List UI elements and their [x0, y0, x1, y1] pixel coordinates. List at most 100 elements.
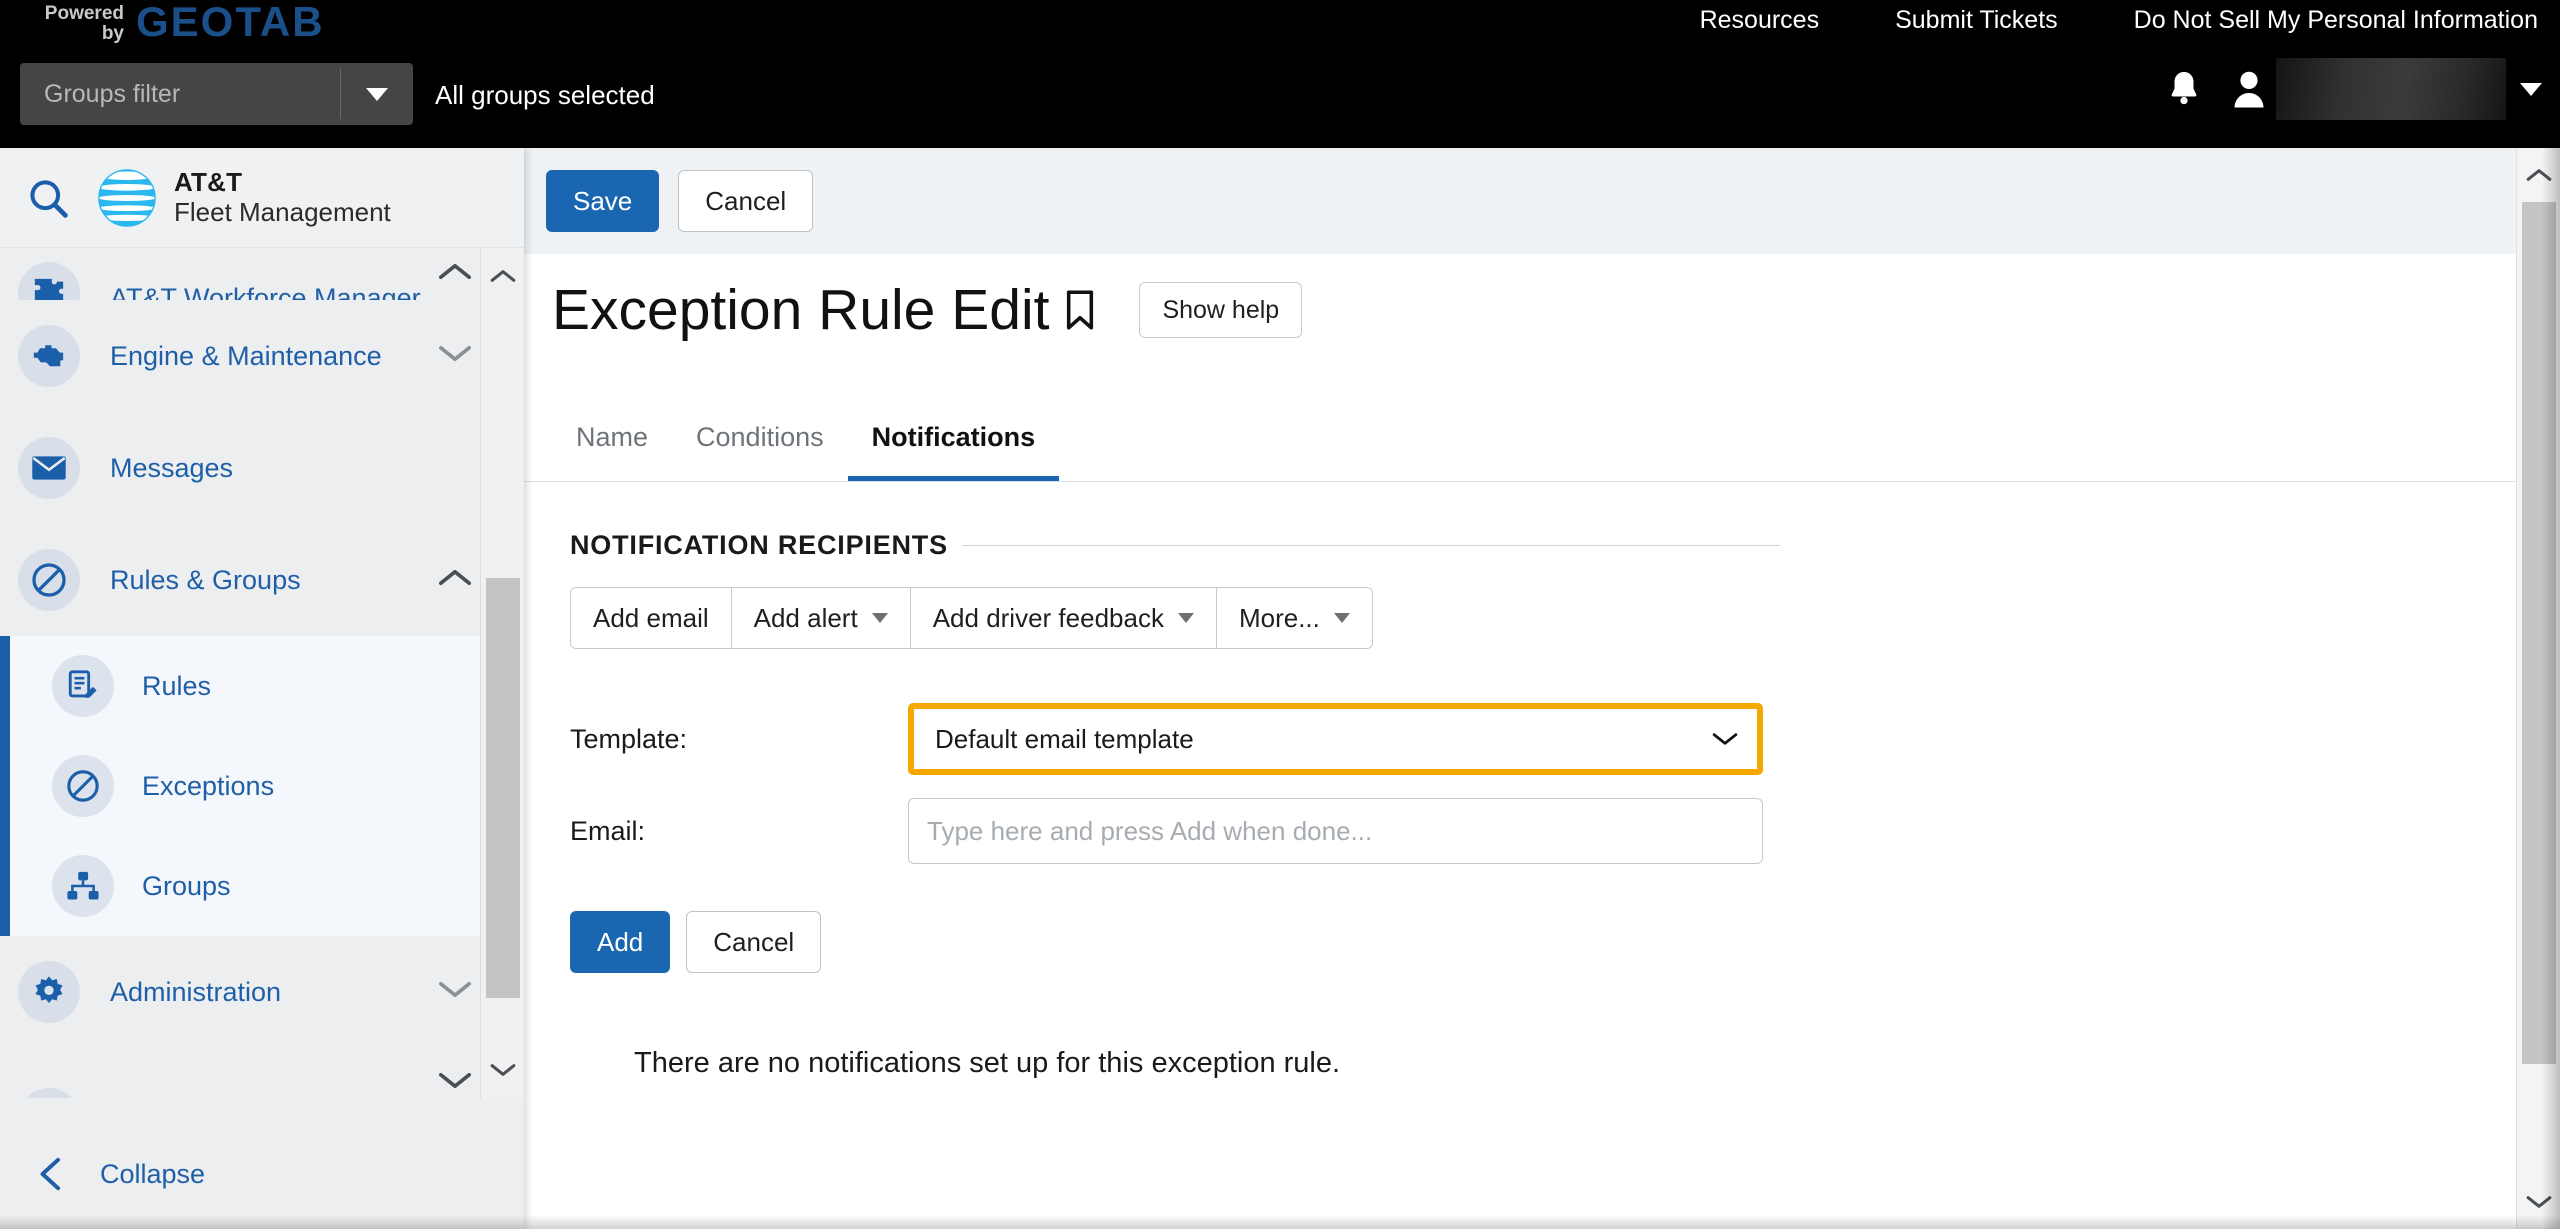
- org-chart-icon: [67, 871, 99, 900]
- prohibited-icon: [67, 770, 99, 802]
- add-recipient-button-group: Add email Add alert Add driver feedback …: [570, 587, 2560, 649]
- section-divider: [961, 545, 1780, 546]
- main-scroll-up-button[interactable]: [2517, 148, 2560, 202]
- sidebar-scroll-up-button[interactable]: [481, 248, 524, 304]
- search-icon: [30, 179, 68, 218]
- add-driver-feedback-label: Add driver feedback: [932, 602, 1164, 633]
- notification-recipients-section: NOTIFICATION RECIPIENTS Add email Add al…: [524, 482, 2560, 1080]
- sidebar-item-rules[interactable]: Rules: [0, 636, 524, 736]
- sidebar-item-rules-groups[interactable]: Rules & Groups: [0, 524, 524, 636]
- sidebar-scrollbar-thumb[interactable]: [486, 578, 520, 998]
- sidebar-item-label: AT&T Workforce Manager: [110, 283, 421, 300]
- org-chart-icon-wrap: [52, 855, 114, 917]
- sidebar-subitem-label: Exceptions: [142, 770, 275, 801]
- chevron-left-icon: [40, 1157, 61, 1191]
- sidebar-item-groups[interactable]: Groups: [0, 836, 524, 936]
- geotab-logo: GEOTAB: [136, 0, 325, 45]
- puzzle-piece-icon-wrap: [18, 262, 80, 300]
- template-label: Template:: [570, 723, 688, 754]
- more-button[interactable]: More...: [1216, 587, 1373, 649]
- envelope-icon-wrap: [18, 437, 80, 499]
- header-icon-group: [2146, 58, 2542, 120]
- sidebar-search-button[interactable]: [0, 176, 96, 220]
- chevron-down-icon[interactable]: [438, 1071, 472, 1096]
- sidebar-scrollbar[interactable]: [480, 248, 524, 1098]
- sidebar-item-exceptions[interactable]: Exceptions: [0, 736, 524, 836]
- tab-notifications[interactable]: Notifications: [847, 398, 1060, 481]
- add-alert-label: Add alert: [753, 602, 858, 633]
- powered-by-line1: Powered: [44, 3, 124, 24]
- tab-name[interactable]: Name: [552, 398, 672, 481]
- email-label: Email:: [570, 815, 646, 846]
- att-globe-icon: [98, 168, 156, 227]
- sidebar: AT&T Fleet Management AT&T Workforce Man…: [0, 148, 524, 1229]
- caret-down-icon: [366, 87, 388, 101]
- sidebar-item-engine-maintenance[interactable]: Engine & Maintenance: [0, 300, 524, 412]
- header-link-resources[interactable]: Resources: [1662, 6, 1858, 35]
- prohibited-icon-wrap: [52, 755, 114, 817]
- tab-conditions[interactable]: Conditions: [672, 398, 848, 481]
- notifications-button[interactable]: [2146, 68, 2222, 110]
- chevron-up-icon[interactable]: [438, 262, 472, 287]
- sidebar-item-label: Administration: [110, 976, 282, 1007]
- sidebar-subitem-label: Groups: [142, 870, 231, 901]
- att-fleet-title: AT&T Fleet Management: [174, 168, 391, 226]
- sidebar-item-messages[interactable]: Messages: [0, 412, 524, 524]
- chevron-down-icon[interactable]: [438, 980, 472, 1005]
- sidebar-scroll-down-button[interactable]: [481, 1042, 525, 1098]
- sidebar-header: AT&T Fleet Management: [0, 148, 524, 248]
- chevron-up-icon[interactable]: [438, 568, 472, 593]
- user-avatar-icon: [2234, 71, 2264, 108]
- add-email-button[interactable]: Add email: [570, 587, 732, 649]
- show-help-button[interactable]: Show help: [1139, 282, 1303, 338]
- sidebar-item-label: Rules & Groups: [110, 564, 301, 595]
- page-title: Exception Rule Edit: [552, 278, 1050, 342]
- user-name-redacted[interactable]: [2276, 58, 2506, 120]
- chevron-down-icon[interactable]: [438, 344, 472, 369]
- header-link-submit-tickets[interactable]: Submit Tickets: [1857, 6, 2096, 35]
- att-fleet-logo: AT&T Fleet Management: [96, 167, 391, 229]
- main-scrollbar[interactable]: [2516, 148, 2560, 1229]
- tab-bar: Name Conditions Notifications: [524, 398, 2560, 482]
- groups-filter-placeholder: Groups filter: [44, 79, 181, 108]
- email-row: Email:: [570, 785, 2560, 877]
- sidebar-item-zones[interactable]: [0, 1048, 524, 1098]
- save-button[interactable]: Save: [546, 170, 660, 232]
- form-cancel-button[interactable]: Cancel: [686, 911, 822, 973]
- global-header: Powered by GEOTAB Groups filter All grou…: [0, 0, 2560, 148]
- form-actions: Add Cancel: [570, 911, 2560, 973]
- groups-filter-caret[interactable]: [341, 63, 413, 125]
- puzzle-piece-icon: [34, 278, 64, 300]
- att-title-line1: AT&T: [174, 167, 243, 198]
- add-driver-feedback-button[interactable]: Add driver feedback: [910, 587, 1217, 649]
- application-window: Powered by GEOTAB Groups filter All grou…: [0, 0, 2560, 1229]
- user-avatar-button[interactable]: [2222, 69, 2276, 109]
- header-links: Resources Submit Tickets Do Not Sell My …: [1662, 6, 2538, 35]
- sidebar-item-workforce-manager[interactable]: AT&T Workforce Manager: [0, 248, 524, 300]
- gear-icon: [35, 976, 63, 1004]
- map-pin-icon-wrap: [18, 1088, 80, 1098]
- all-groups-selected-label: All groups selected: [435, 80, 655, 110]
- email-input[interactable]: [908, 798, 1763, 864]
- sidebar-item-administration[interactable]: Administration: [0, 936, 524, 1048]
- main-scrollbar-thumb[interactable]: [2522, 202, 2556, 1064]
- add-alert-button[interactable]: Add alert: [731, 587, 911, 649]
- cancel-button[interactable]: Cancel: [678, 170, 814, 232]
- groups-filter-dropdown[interactable]: Groups filter: [20, 63, 413, 125]
- main-content: Save Cancel Exception Rule Edit Show hel…: [524, 148, 2560, 1229]
- add-button[interactable]: Add: [570, 911, 671, 973]
- title-spacer: [524, 366, 2560, 398]
- template-select-highlight: Default email template: [908, 703, 1763, 775]
- user-menu-caret-down-icon[interactable]: [2520, 82, 2542, 96]
- template-select[interactable]: Default email template: [914, 709, 1757, 769]
- gear-icon-wrap: [18, 961, 80, 1023]
- sidebar-collapse-button[interactable]: Collapse: [0, 1119, 524, 1229]
- notification-form: Template: Default email template Email:: [570, 693, 2560, 973]
- section-header: NOTIFICATION RECIPIENTS: [570, 530, 1780, 561]
- sidebar-collapse-label: Collapse: [100, 1158, 206, 1189]
- main-scroll-down-button[interactable]: [2517, 1175, 2560, 1229]
- sidebar-item-label: Engine & Maintenance: [110, 340, 382, 371]
- page-title-row: Exception Rule Edit Show help: [524, 254, 2560, 366]
- header-link-do-not-sell[interactable]: Do Not Sell My Personal Information: [2096, 6, 2538, 35]
- bookmark-button[interactable]: [1063, 289, 1097, 331]
